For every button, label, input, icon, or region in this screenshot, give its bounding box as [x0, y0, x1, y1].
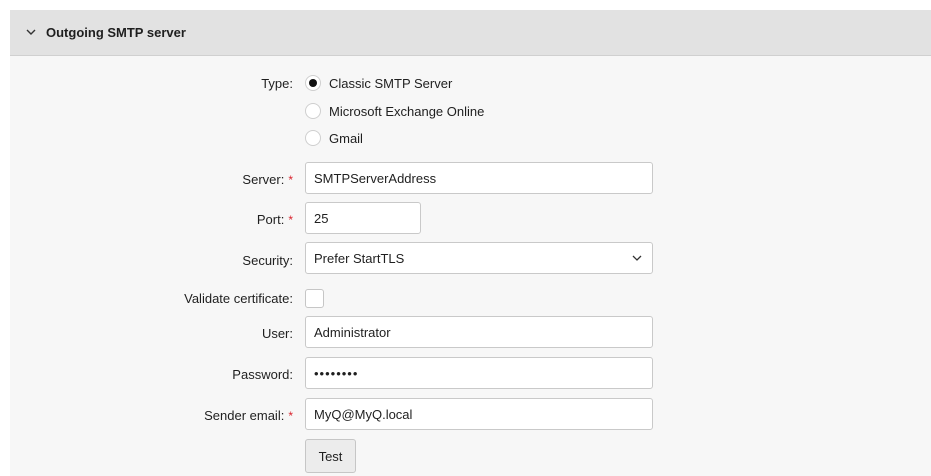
port-value: 25 [314, 210, 329, 226]
sender-email-input[interactable]: MyQ@MyQ.local [305, 398, 653, 430]
port-label: Port: * [257, 212, 293, 227]
password-input[interactable]: •••••••• [305, 357, 653, 389]
server-label-text: Server: [242, 172, 285, 187]
section-header[interactable]: Outgoing SMTP server [10, 10, 931, 56]
test-button-label: Test [318, 448, 343, 464]
security-select[interactable]: Prefer StartTLS [305, 242, 653, 274]
port-input[interactable]: 25 [305, 202, 421, 234]
server-input[interactable]: SMTPServerAddress [305, 162, 653, 194]
validate-certificate-checkbox[interactable] [305, 289, 324, 308]
validate-certificate-label-text: Validate certificate: [184, 291, 293, 306]
user-label: User: [262, 326, 293, 341]
password-label: Password: [232, 367, 293, 382]
security-label-text: Security: [242, 253, 293, 268]
radio-button[interactable] [305, 103, 321, 119]
test-button[interactable]: Test [305, 439, 356, 473]
required-marker: * [288, 409, 293, 423]
password-label-text: Password: [232, 367, 293, 382]
chevron-down-icon[interactable] [24, 26, 38, 40]
radio-selected-dot [309, 79, 317, 87]
password-value: •••••••• [314, 365, 359, 381]
radio-button[interactable] [305, 75, 321, 91]
radio-button[interactable] [305, 130, 321, 146]
security-value: Prefer StartTLS [314, 250, 405, 266]
port-label-text: Port: [256, 212, 285, 227]
radio-label: Classic SMTP Server [329, 75, 453, 91]
radio-label: Microsoft Exchange Online [329, 103, 485, 119]
security-label: Security: [242, 253, 293, 268]
type-label-text: Type: [261, 76, 293, 91]
validate-certificate-label: Validate certificate: [184, 291, 293, 306]
required-marker: * [288, 213, 293, 227]
user-label-text: User: [261, 326, 293, 341]
radio-exchange-online[interactable]: Microsoft Exchange Online [305, 103, 484, 119]
radio-label: Gmail [329, 130, 363, 146]
required-marker: * [288, 173, 293, 187]
user-input[interactable]: Administrator [305, 316, 653, 348]
sender-email-value: MyQ@MyQ.local [314, 406, 413, 422]
sender-email-label-text: Sender email: [204, 408, 285, 423]
sender-email-label: Sender email: * [204, 408, 293, 423]
user-value: Administrator [314, 324, 391, 340]
server-label: Server: * [242, 172, 293, 187]
chevron-down-icon[interactable] [632, 252, 644, 264]
type-label: Type: [261, 76, 293, 91]
section-title: Outgoing SMTP server [46, 25, 186, 40]
server-value: SMTPServerAddress [314, 170, 437, 186]
radio-gmail[interactable]: Gmail [305, 130, 363, 146]
radio-classic-smtp[interactable]: Classic SMTP Server [305, 75, 452, 91]
